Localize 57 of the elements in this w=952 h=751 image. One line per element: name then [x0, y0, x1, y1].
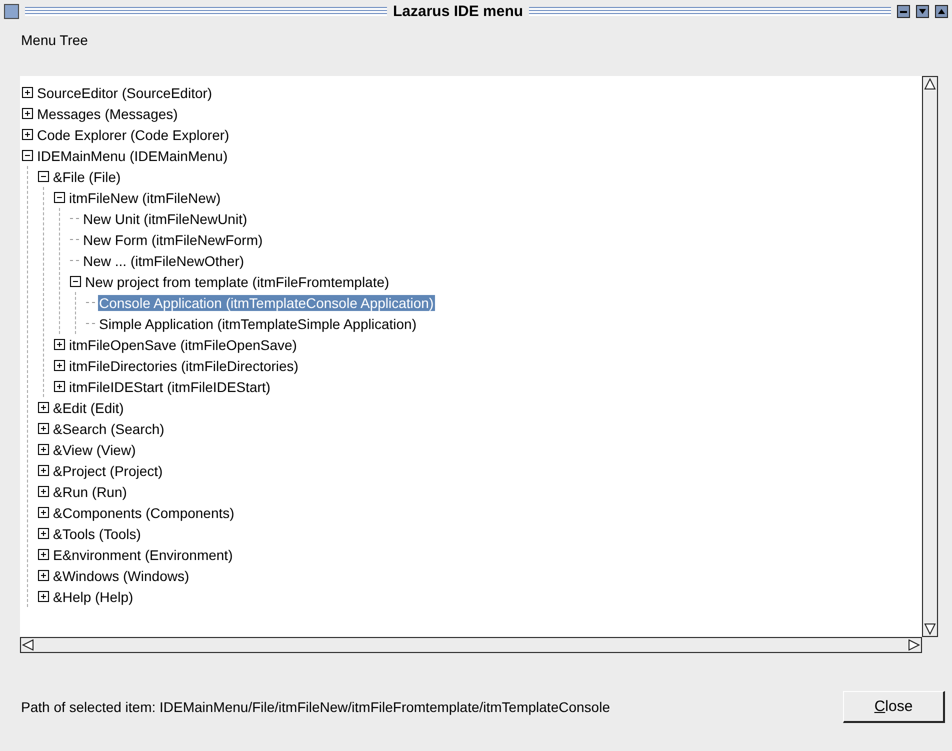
tree-item[interactable]: &Tools (Tools)	[52, 526, 142, 542]
window-menu-icon[interactable]	[4, 4, 19, 18]
tree-item[interactable]: itmFileIDEStart (itmFileIDEStart)	[68, 378, 272, 394]
collapse-icon[interactable]	[54, 192, 65, 203]
tree-item[interactable]: IDEMainMenu (IDEMainMenu)	[36, 148, 229, 164]
tree-item[interactable]: &Project (Project)	[52, 462, 164, 478]
window-title: Lazarus IDE menu	[392, 2, 524, 20]
tree-item[interactable]: Simple Application (itmTemplateSimple Application)	[98, 316, 418, 332]
expand-icon[interactable]	[22, 108, 33, 119]
tree-item[interactable]: &Help (Help)	[52, 588, 134, 604]
up-arrow-icon[interactable]	[923, 77, 937, 91]
expand-icon[interactable]	[38, 507, 49, 518]
collapse-icon[interactable]	[38, 171, 49, 182]
vertical-scrollbar[interactable]	[922, 76, 938, 637]
expand-icon[interactable]	[38, 444, 49, 455]
expand-icon[interactable]	[38, 423, 49, 434]
tree-item[interactable]: &View (View)	[52, 442, 137, 458]
section-label: Menu Tree	[21, 32, 88, 48]
tree-item[interactable]: Messages (Messages)	[36, 106, 179, 122]
tree-item[interactable]: E&nvironment (Environment)	[52, 546, 234, 562]
tree-item[interactable]: Code Explorer (Code Explorer)	[36, 126, 230, 142]
tree-item[interactable]: &Windows (Windows)	[52, 568, 190, 584]
collapse-icon[interactable]	[70, 276, 81, 287]
down-arrow-icon[interactable]	[923, 622, 937, 636]
expand-icon[interactable]	[38, 465, 49, 476]
collapse-icon[interactable]	[22, 150, 33, 161]
expand-icon[interactable]	[54, 360, 65, 371]
tree-item[interactable]: itmFileDirectories (itmFileDirectories)	[68, 358, 300, 374]
left-arrow-icon[interactable]	[21, 638, 35, 652]
expand-icon[interactable]	[22, 129, 33, 140]
expand-icon[interactable]	[54, 381, 65, 392]
tree-item[interactable]: New Form (itmFileNewForm)	[82, 232, 264, 248]
close-button[interactable]: Close	[843, 691, 945, 723]
tree-item[interactable]: &Run (Run)	[52, 484, 128, 500]
tree-item[interactable]: &Edit (Edit)	[52, 400, 125, 416]
expand-icon[interactable]	[22, 87, 33, 98]
tree-item[interactable]: New project from template (itmFileFromtemplate)	[84, 274, 390, 290]
right-arrow-icon[interactable]	[907, 638, 921, 652]
expand-icon[interactable]	[38, 591, 49, 602]
tree-item[interactable]: &File (File)	[52, 168, 122, 184]
expand-icon[interactable]	[38, 549, 49, 560]
tree-item[interactable]: New Unit (itmFileNewUnit)	[82, 210, 248, 226]
expand-icon[interactable]	[38, 528, 49, 539]
tree-item[interactable]: &Components (Components)	[52, 504, 236, 520]
expand-icon[interactable]	[38, 570, 49, 581]
tree-item[interactable]: &Search (Search)	[52, 420, 166, 436]
expand-icon[interactable]	[38, 402, 49, 413]
tree-item[interactable]: SourceEditor (SourceEditor)	[36, 84, 214, 100]
tree-item[interactable]: itmFileNew (itmFileNew)	[68, 190, 222, 206]
tree-item[interactable]: New ... (itmFileNewOther)	[82, 252, 246, 268]
expand-icon[interactable]	[38, 486, 49, 497]
expand-icon[interactable]	[54, 339, 65, 350]
minimize-icon[interactable]	[897, 4, 910, 18]
tree-item[interactable]: itmFileOpenSave (itmFileOpenSave)	[68, 336, 298, 352]
selected-path-text: Path of selected item: IDEMainMenu/File/itmFileNew/itmFileFromtemplate/itmTemplateConsole	[21, 699, 610, 715]
tree-item[interactable]: Console Application (itmTemplateConsole Application)	[98, 294, 435, 310]
horizontal-scrollbar[interactable]	[20, 637, 922, 653]
